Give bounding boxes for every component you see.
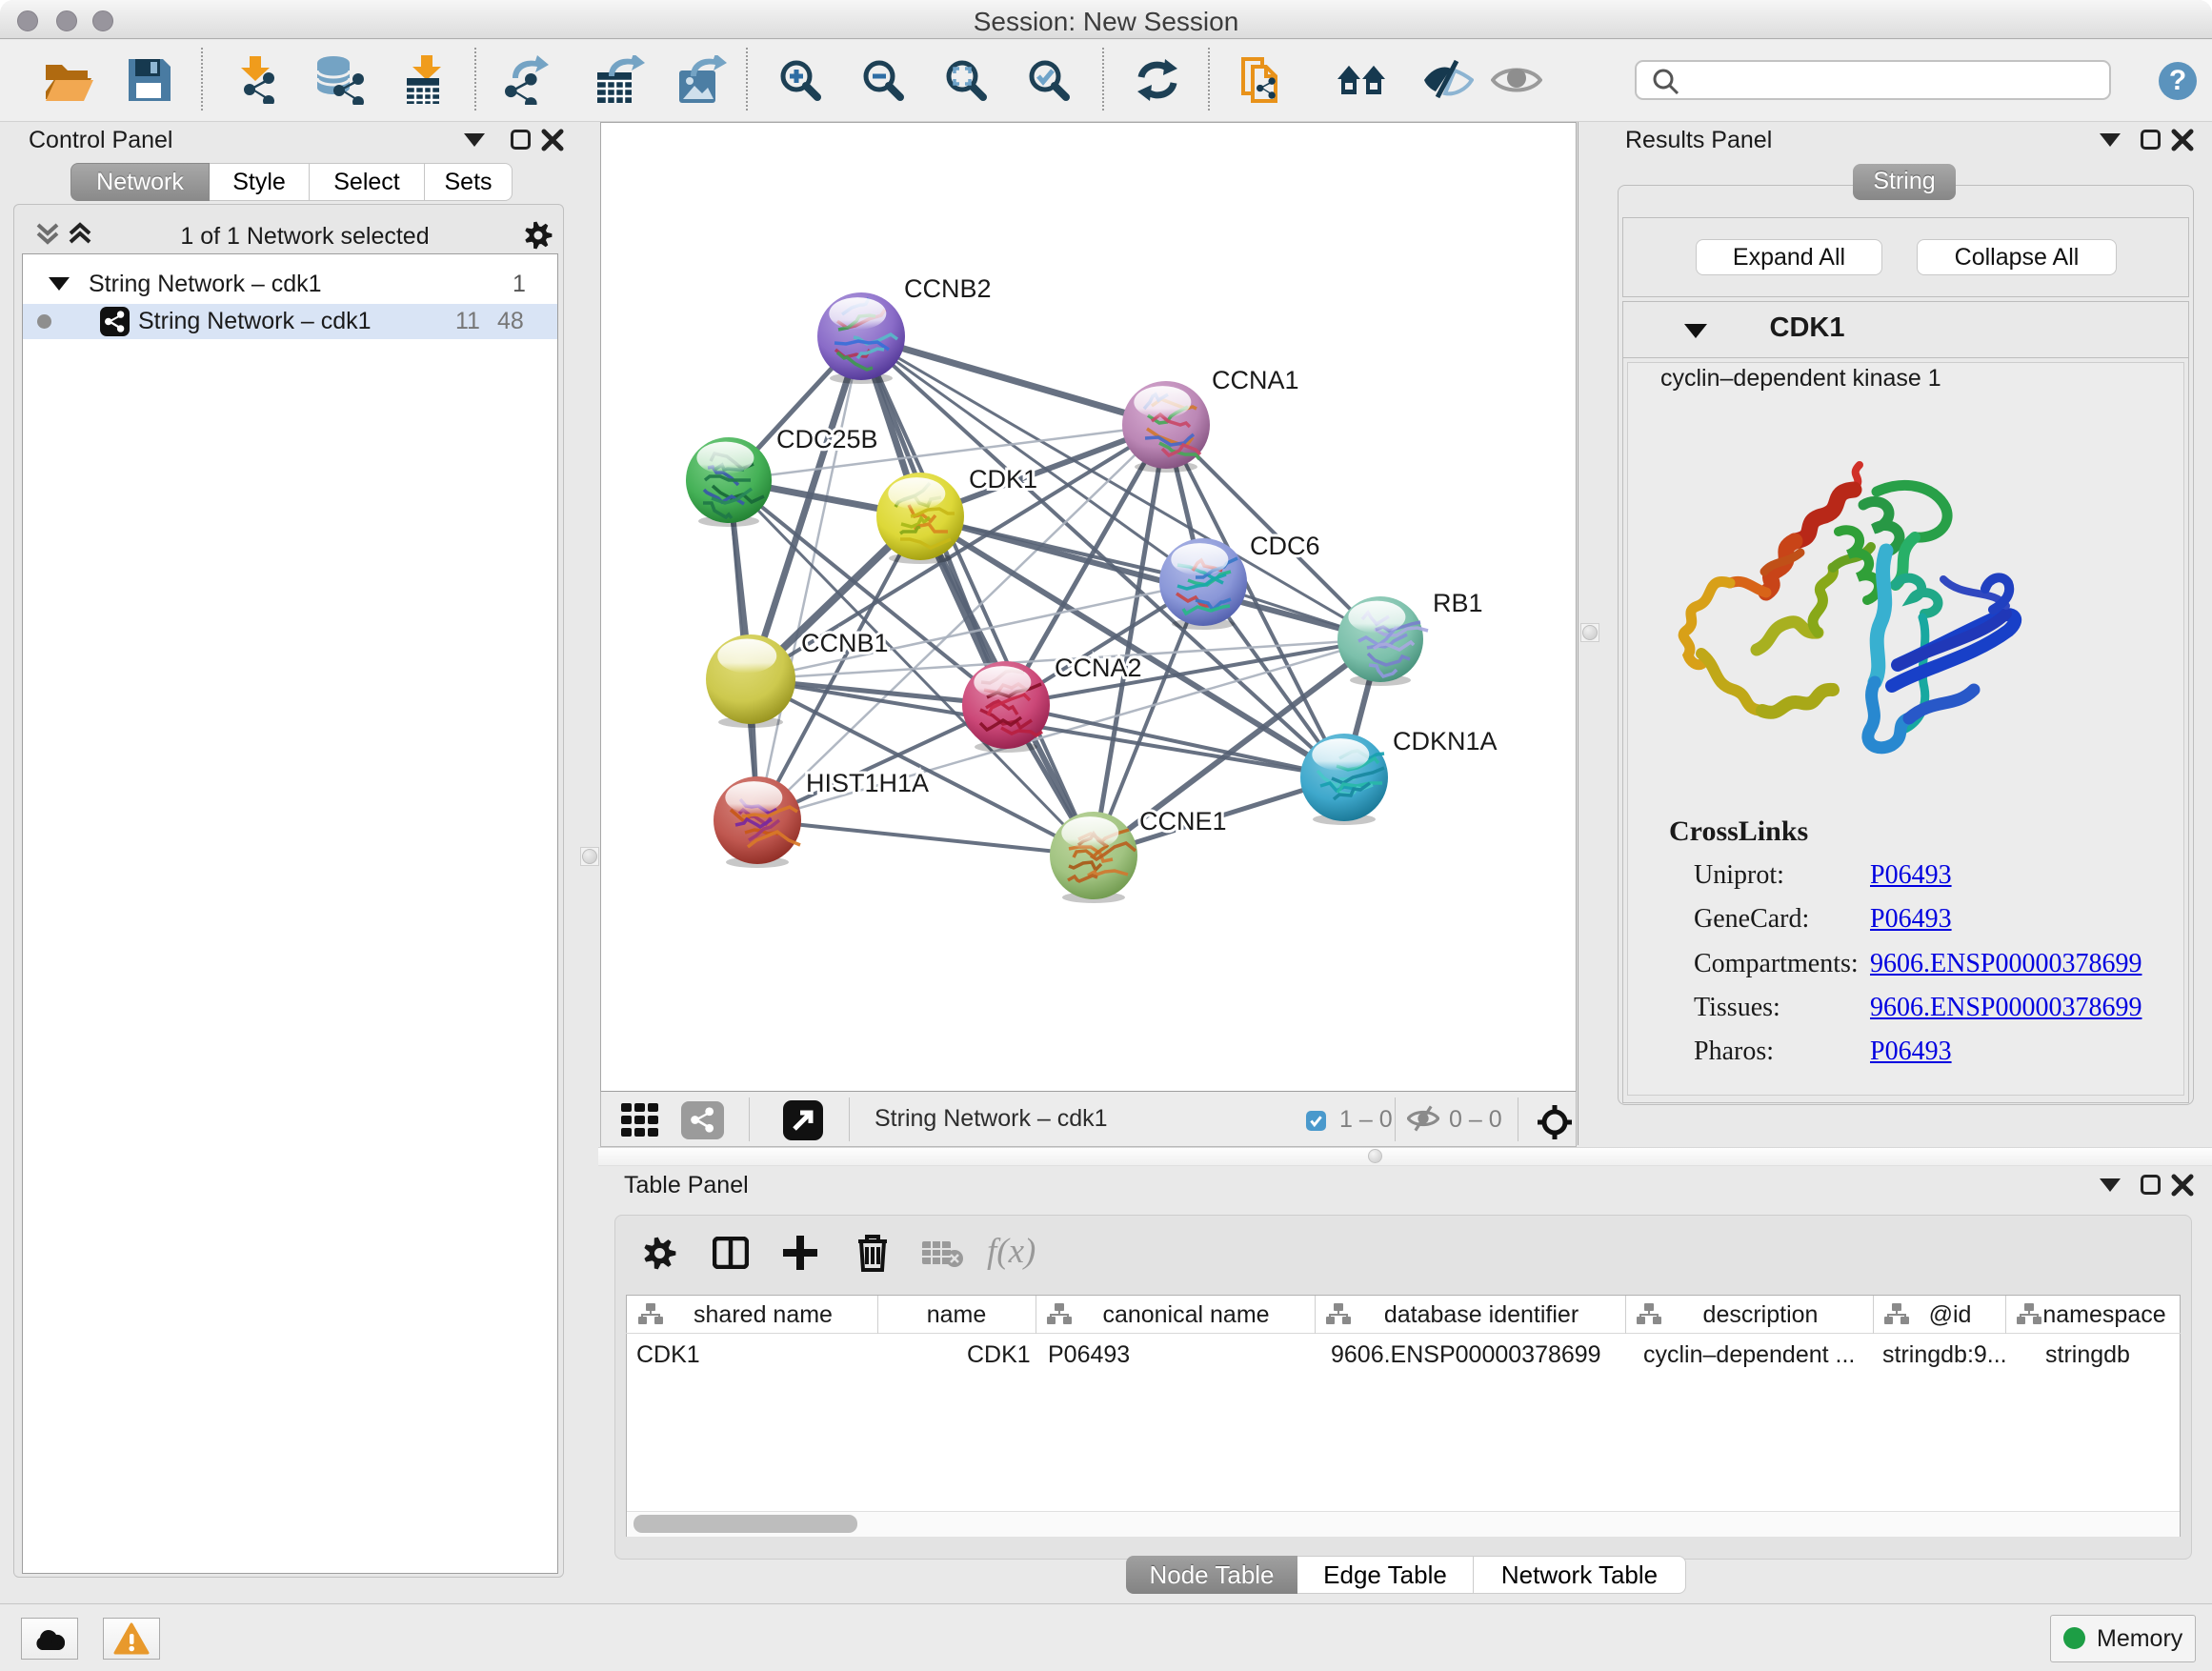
svg-text:CDKN1A: CDKN1A	[1393, 727, 1498, 755]
svg-text:CCNA2: CCNA2	[1055, 654, 1142, 682]
svg-text:CDK1: CDK1	[969, 465, 1037, 493]
svg-text:RB1: RB1	[1433, 589, 1483, 617]
svg-text:CCNE1: CCNE1	[1139, 807, 1227, 836]
svg-text:CDC25B: CDC25B	[776, 425, 878, 453]
svg-text:CDC6: CDC6	[1250, 532, 1320, 560]
svg-text:HIST1H1A: HIST1H1A	[806, 769, 929, 797]
svg-text:CCNA1: CCNA1	[1212, 366, 1299, 394]
svg-text:CCNB1: CCNB1	[801, 629, 889, 657]
svg-text:CCNB2: CCNB2	[904, 274, 992, 303]
